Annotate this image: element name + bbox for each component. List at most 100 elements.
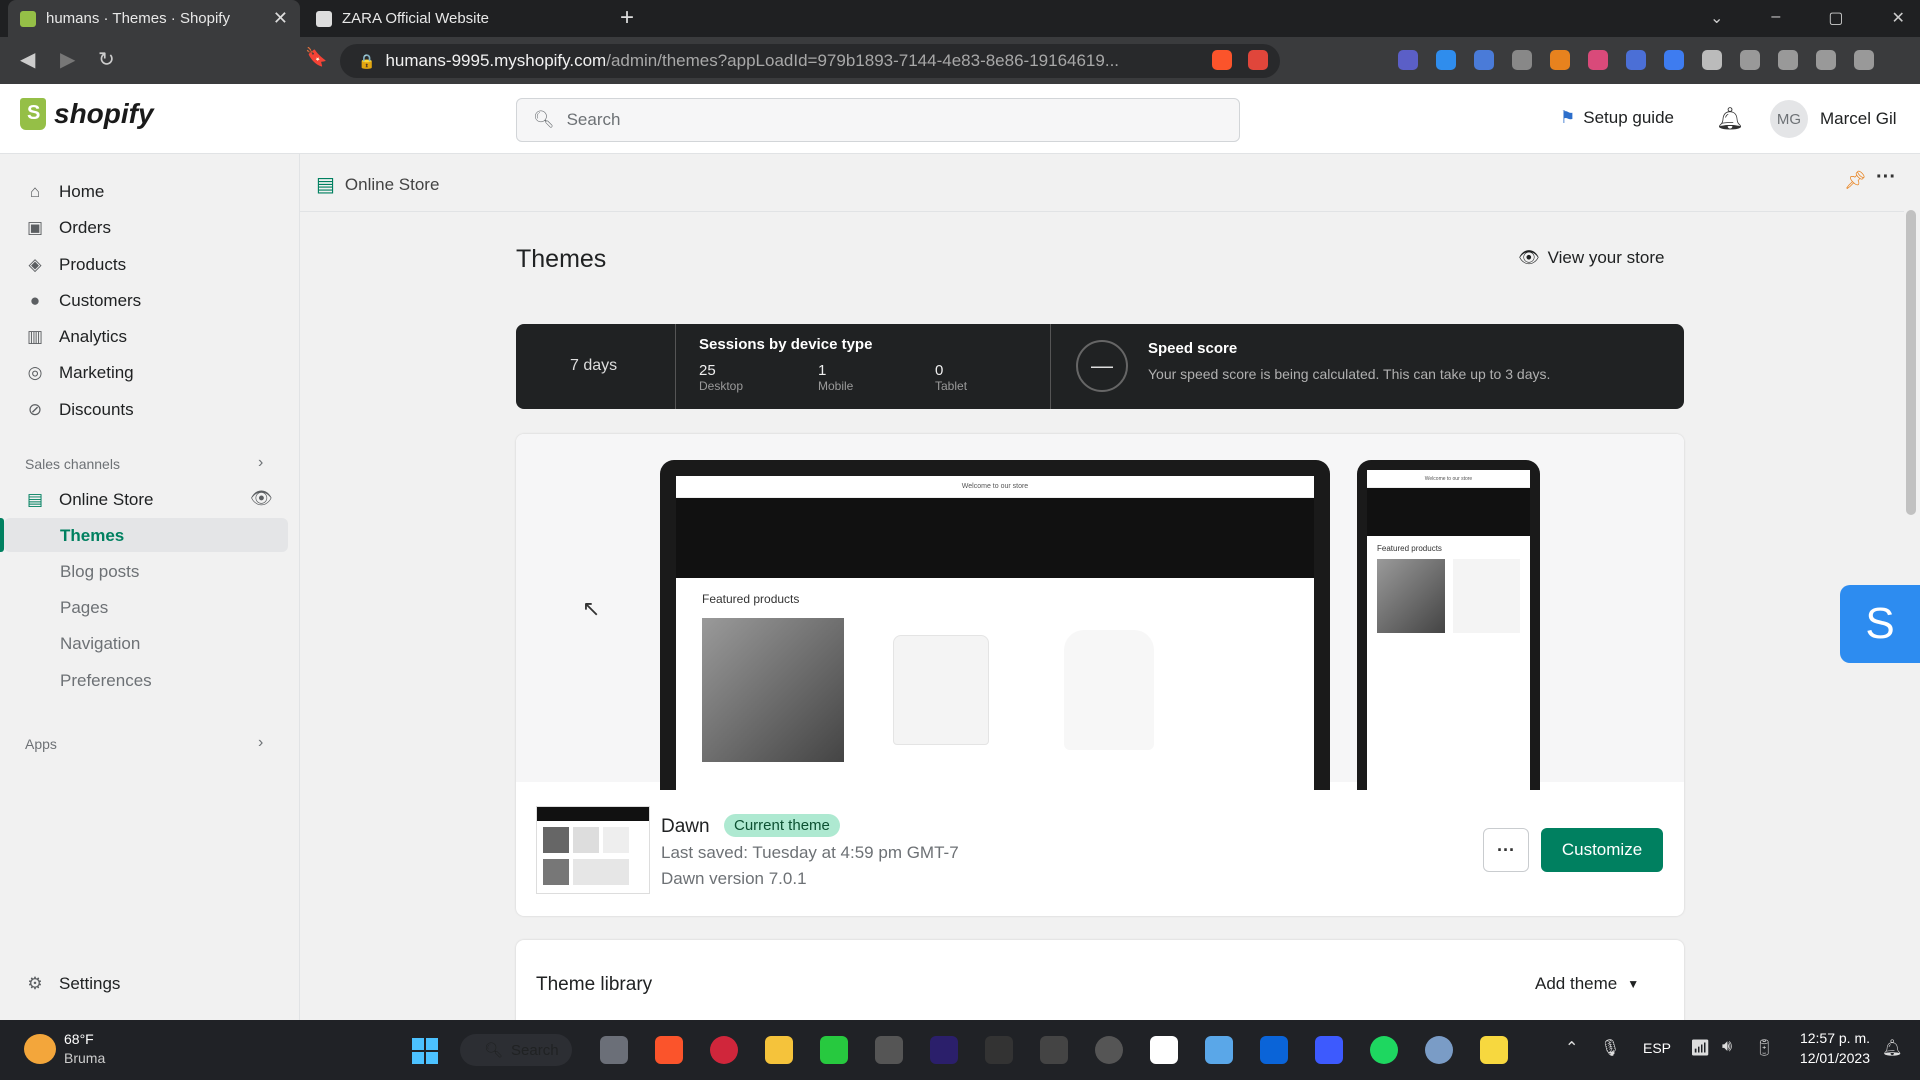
sidebar-item-online-store[interactable]: ▤ Online Store: [25, 490, 154, 510]
back-icon[interactable]: ◀: [20, 47, 35, 72]
reload-icon[interactable]: ↻: [98, 47, 115, 72]
new-tab-button[interactable]: +: [620, 4, 634, 32]
sidebar-item-products[interactable]: ◈ Products: [25, 255, 126, 275]
avatar[interactable]: MG: [1770, 100, 1808, 138]
user-name[interactable]: Marcel Gil: [1820, 109, 1897, 129]
sidebar-item-apps[interactable]: Apps: [25, 736, 57, 752]
sidebar-icon[interactable]: [1778, 50, 1798, 70]
app-icon[interactable]: [985, 1036, 1013, 1064]
add-theme-button[interactable]: Add theme ▼: [1535, 974, 1639, 994]
davinci-icon[interactable]: [1040, 1036, 1068, 1064]
theme-actions-button[interactable]: ···: [1483, 828, 1529, 872]
chevron-right-icon[interactable]: ›: [258, 454, 263, 472]
app-icon[interactable]: [875, 1036, 903, 1064]
notification-icon[interactable]: 🔔︎: [1882, 1038, 1902, 1058]
weather-icon[interactable]: [24, 1034, 56, 1064]
sidebar-item-pages[interactable]: Pages: [60, 598, 108, 618]
capcut-icon[interactable]: [1150, 1036, 1178, 1064]
brave-shield-icon[interactable]: [1212, 50, 1232, 70]
opera-icon[interactable]: [710, 1036, 738, 1064]
store-app-icon[interactable]: [1260, 1036, 1288, 1064]
pin-icon[interactable]: 📌︎: [1844, 170, 1867, 191]
minimize-icon[interactable]: –: [1771, 8, 1780, 28]
extension-icon[interactable]: [1474, 50, 1494, 70]
sidebar-item-home[interactable]: ⌂ Home: [25, 182, 105, 202]
view-store-button[interactable]: 👁︎ View your store: [1518, 248, 1664, 268]
wallet-icon[interactable]: [1816, 50, 1836, 70]
language-indicator[interactable]: ESP: [1643, 1040, 1671, 1056]
weather-temp[interactable]: 68°F: [64, 1031, 94, 1047]
sidebar-item-customers[interactable]: ● Customers: [25, 291, 141, 311]
spotify-icon[interactable]: [1370, 1036, 1398, 1064]
maximize-icon[interactable]: ▢: [1828, 8, 1843, 28]
app-icon[interactable]: [1205, 1036, 1233, 1064]
breadcrumb[interactable]: ▤ Online Store: [316, 172, 439, 197]
breadcrumb-label: Online Store: [344, 174, 440, 194]
extension-icon[interactable]: [1626, 50, 1646, 70]
bars-icon: ▥: [26, 327, 44, 346]
search-input[interactable]: 🔍︎ Search: [516, 98, 1240, 142]
setup-guide-button[interactable]: ⚑ Setup guide: [1560, 108, 1674, 128]
sidebar-item-analytics[interactable]: ▥ Analytics: [25, 327, 127, 347]
sidebar-item-themes[interactable]: Themes: [60, 526, 124, 546]
bookmark-icon[interactable]: 🔖: [305, 47, 327, 68]
search-icon: 🔍︎: [533, 110, 555, 129]
battery-icon[interactable]: 🔋︎: [1754, 1038, 1774, 1058]
app-icon[interactable]: [1315, 1036, 1343, 1064]
volume-icon[interactable]: 🔊︎: [1722, 1038, 1732, 1056]
tab-search-icon[interactable]: ⌄: [1710, 8, 1723, 28]
puzzle-icon[interactable]: [1702, 50, 1722, 70]
clock-date[interactable]: 12/01/2023: [1786, 1050, 1870, 1066]
close-tab-icon[interactable]: ✕: [273, 8, 288, 29]
task-view-icon[interactable]: [600, 1036, 628, 1064]
extension-icon[interactable]: [1550, 50, 1570, 70]
weather-desc[interactable]: Bruma: [64, 1050, 105, 1066]
sidebar-item-discounts[interactable]: ⊘ Discounts: [25, 400, 134, 420]
app-icon[interactable]: [1095, 1036, 1123, 1064]
extension-icon[interactable]: [1588, 50, 1608, 70]
sidebar-item-orders[interactable]: ▣ Orders: [25, 218, 111, 238]
window-controls[interactable]: ⌄ – ▢ ✕: [1710, 8, 1905, 28]
period-selector[interactable]: 7 days: [570, 357, 617, 375]
extension-icon[interactable]: [1398, 50, 1418, 70]
app-icon[interactable]: [820, 1036, 848, 1064]
featured-heading: Featured products: [702, 592, 800, 606]
customize-button[interactable]: Customize: [1541, 828, 1663, 872]
tab-zara[interactable]: ZARA Official Website: [304, 0, 600, 37]
premiere-icon[interactable]: [930, 1036, 958, 1064]
floating-s-widget[interactable]: S: [1840, 585, 1920, 663]
sidebar-item-preferences[interactable]: Preferences: [60, 671, 152, 691]
file-explorer-icon[interactable]: [765, 1036, 793, 1064]
sidebar-item-blog-posts[interactable]: Blog posts: [60, 562, 139, 582]
brave-rewards-icon[interactable]: [1248, 50, 1268, 70]
forward-icon[interactable]: ▶: [60, 47, 75, 72]
sidebar-item-marketing[interactable]: ◎ Marketing: [25, 363, 134, 383]
close-window-icon[interactable]: ✕: [1891, 8, 1904, 28]
eye-icon[interactable]: 👁︎: [250, 488, 273, 509]
more-actions-icon[interactable]: ···: [1876, 166, 1896, 189]
shopify-logo[interactable]: shopify: [20, 98, 154, 130]
extension-icon[interactable]: [1664, 50, 1684, 70]
windows-start-icon[interactable]: [412, 1038, 438, 1064]
bell-icon[interactable]: 🔔︎: [1716, 106, 1744, 132]
wifi-icon[interactable]: 📶︎: [1690, 1038, 1710, 1058]
device-value: 1: [818, 362, 827, 379]
settings-app-icon[interactable]: [1425, 1036, 1453, 1064]
tab-shopify[interactable]: humans · Themes · Shopify ✕: [8, 0, 300, 37]
brave-browser-icon[interactable]: [655, 1036, 683, 1064]
url-field[interactable]: 🔒 humans-9995.myshopify.com/admin/themes…: [340, 44, 1280, 78]
sidebar-item-settings[interactable]: ⚙ Settings: [25, 974, 120, 994]
extension-icon[interactable]: [1512, 50, 1532, 70]
menu-icon[interactable]: [1854, 50, 1874, 70]
taskbar-search[interactable]: 🔍︎ Search: [460, 1034, 572, 1066]
playlist-icon[interactable]: [1740, 50, 1760, 70]
page-title: Themes: [516, 245, 607, 273]
extension-icon[interactable]: [1436, 50, 1456, 70]
microphone-icon[interactable]: 🎙︎: [1600, 1038, 1620, 1058]
clock-time[interactable]: 12:57 p. m.: [1786, 1030, 1870, 1046]
sticky-notes-icon[interactable]: [1480, 1036, 1508, 1064]
sidebar-item-navigation[interactable]: Navigation: [60, 634, 140, 654]
scrollbar-thumb[interactable]: [1906, 210, 1916, 515]
chevron-right-icon[interactable]: ›: [258, 734, 263, 752]
chevron-up-icon[interactable]: ⌃: [1565, 1038, 1578, 1058]
